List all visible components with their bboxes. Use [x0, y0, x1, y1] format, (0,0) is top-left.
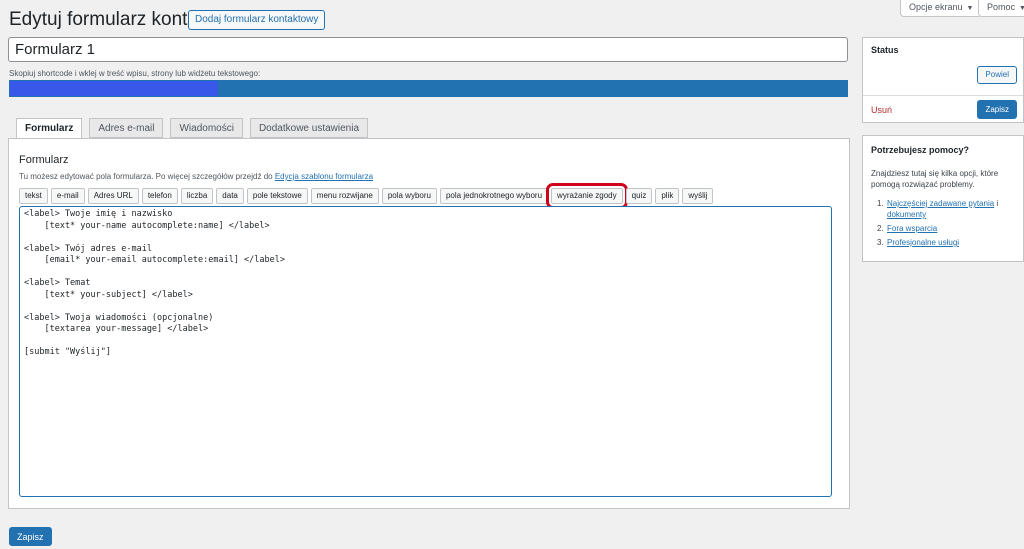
add-new-form-button[interactable]: Dodaj formularz kontaktowy	[188, 10, 326, 30]
tag-button-date[interactable]: data	[216, 188, 244, 204]
delete-link[interactable]: Usuń	[871, 105, 892, 115]
list-connector: i	[994, 199, 999, 208]
help-links-list: 1. Najczęściej zadawane pytania i dokume…	[877, 198, 1022, 251]
chevron-down-icon: ▼	[1019, 5, 1024, 12]
help-button[interactable]: Pomoc ▼	[978, 0, 1024, 17]
list-number: 3.	[877, 238, 884, 247]
template-editing-link[interactable]: Edycja szablonu formularza	[275, 172, 373, 181]
tab-additional-settings[interactable]: Dodatkowe ustawienia	[249, 118, 369, 138]
list-item-content: Najczęściej zadawane pytania i dokumenty	[887, 198, 1022, 220]
form-template-editor[interactable]: <label> Twoje imię i nazwisko [text* you…	[19, 206, 832, 497]
list-number: 2.	[877, 224, 884, 233]
help-label: Pomoc	[987, 2, 1016, 12]
tab-bar: Formularz Adres e-mail Wiadomości Dodatk…	[16, 118, 369, 139]
shortcode-label: Skopiuj shortcode i wklej w treść wpisu,…	[9, 69, 261, 78]
panel-title: Formularz	[19, 154, 69, 166]
list-item: 3. Profesjonalne usługi	[877, 237, 1022, 248]
tab-messages[interactable]: Wiadomości	[170, 118, 243, 138]
tag-button-submit[interactable]: wyślij	[682, 188, 714, 204]
form-title-input[interactable]: Formularz 1	[8, 37, 848, 62]
form-panel: Formularz Tu możesz edytować pola formul…	[8, 138, 850, 509]
divider	[863, 95, 1023, 96]
list-item: 1. Najczęściej zadawane pytania i dokume…	[877, 198, 1022, 220]
tag-button-textarea[interactable]: pole tekstowe	[246, 188, 308, 204]
shortcode-selection	[10, 81, 218, 96]
screen-options-label: Opcje ekranu	[909, 2, 963, 12]
save-button[interactable]: Zapisz	[9, 527, 52, 546]
faq-link[interactable]: Najczęściej zadawane pytania	[887, 199, 994, 208]
tag-button-radio[interactable]: pola jednokrotnego wyboru	[439, 188, 549, 204]
tag-button-checkbox[interactable]: pola wyboru	[381, 188, 437, 204]
help-box-text: Znajdziesz tutaj się kilka opcji, które …	[871, 169, 999, 189]
tag-button-quiz[interactable]: quiz	[625, 188, 653, 204]
status-title: Status	[871, 45, 899, 55]
tag-button-number[interactable]: liczba	[180, 188, 214, 204]
support-forums-link[interactable]: Fora wsparcia	[887, 223, 937, 234]
tag-button-url[interactable]: Adres URL	[87, 188, 139, 204]
tab-form[interactable]: Formularz	[16, 118, 83, 139]
tag-button-text[interactable]: tekst	[19, 188, 48, 204]
tag-button-email[interactable]: e-mail	[50, 188, 85, 204]
tag-button-tel[interactable]: telefon	[141, 188, 178, 204]
docs-link[interactable]: dokumenty	[887, 210, 926, 219]
tag-button-select[interactable]: menu rozwijane	[310, 188, 379, 204]
duplicate-button[interactable]: Powiel	[977, 66, 1017, 84]
status-box: Status Powiel Usuń Zapisz	[862, 37, 1024, 123]
status-save-button[interactable]: Zapisz	[977, 100, 1017, 119]
list-number: 1.	[877, 199, 884, 208]
tag-button-acceptance[interactable]: wyrażanie zgody	[546, 183, 628, 209]
professional-services-link[interactable]: Profesjonalne usługi	[887, 237, 959, 248]
tag-button-file[interactable]: plik	[655, 188, 680, 204]
list-item: 2. Fora wsparcia	[877, 223, 1022, 234]
help-box: Potrzebujesz pomocy? Znajdziesz tutaj si…	[862, 135, 1024, 262]
tag-generator-buttons: tekst e-mail Adres URL telefon liczba da…	[19, 183, 714, 209]
screen-options-button[interactable]: Opcje ekranu ▼	[900, 0, 983, 17]
panel-description-text: Tu możesz edytować pola formularza. Po w…	[19, 172, 275, 181]
chevron-down-icon: ▼	[966, 5, 974, 12]
shortcode-field[interactable]	[9, 80, 848, 97]
help-box-title: Potrzebujesz pomocy?	[871, 145, 970, 155]
panel-description: Tu możesz edytować pola formularza. Po w…	[19, 172, 373, 181]
tab-email[interactable]: Adres e-mail	[89, 118, 164, 138]
